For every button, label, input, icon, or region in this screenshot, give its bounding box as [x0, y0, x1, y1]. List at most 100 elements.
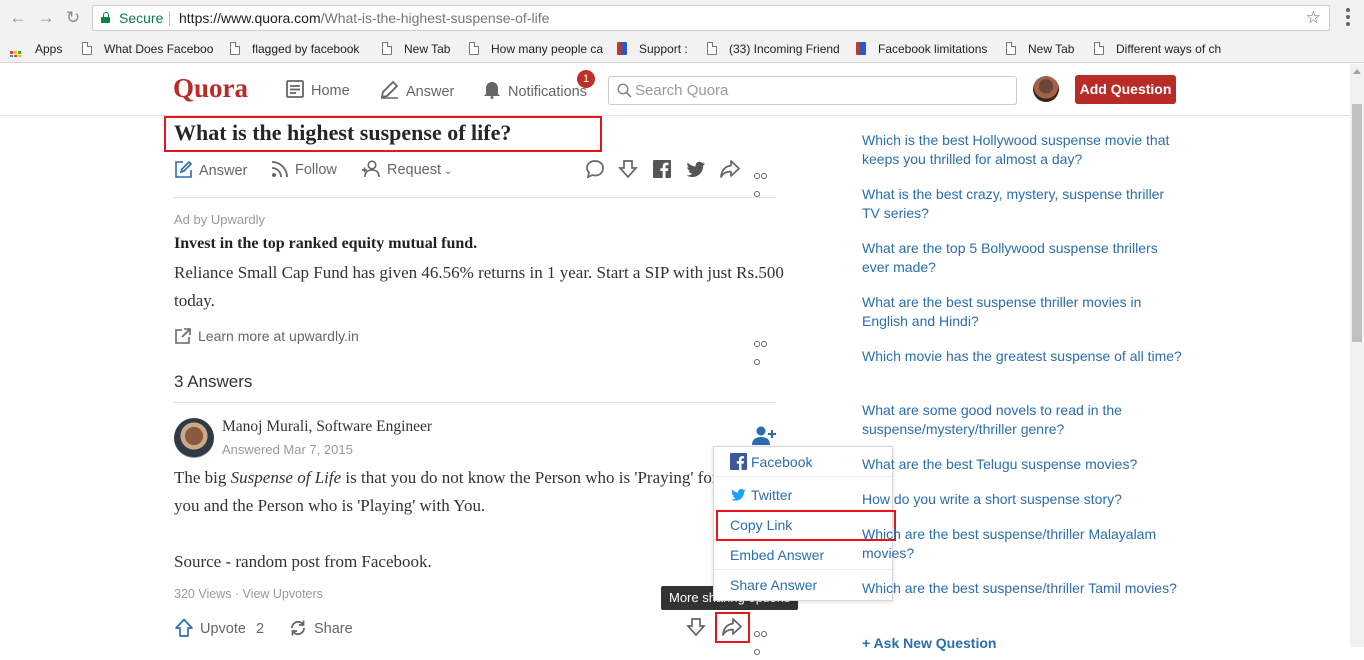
bookmark-star-icon[interactable]: ☆ — [1306, 6, 1321, 30]
answer-line: Source - random post from Facebook. — [174, 552, 432, 571]
bookmark-label: Support : — [639, 42, 688, 56]
facebook-icon — [730, 453, 747, 470]
answer-more-options-icon[interactable] — [754, 624, 774, 655]
add-question-button[interactable]: Add Question — [1075, 75, 1176, 104]
forward-arrow-icon[interactable]: → — [35, 7, 57, 29]
browser-menu-icon[interactable] — [1340, 8, 1356, 28]
chevron-down-icon: ⌄ — [444, 166, 453, 177]
comment-icon[interactable] — [584, 158, 606, 180]
share-arrow-icon[interactable] — [719, 158, 741, 180]
related-question-link[interactable]: What are some good novels to read in the… — [862, 401, 1182, 439]
request-person-icon — [362, 160, 380, 178]
divider — [174, 402, 776, 403]
answer-author[interactable]: Manoj Murali, Software Engineer — [222, 418, 432, 436]
bookmark-item[interactable]: Different ways of ch — [1094, 41, 1228, 57]
nav-notifications-label: Notifications — [508, 84, 587, 100]
ad-more-options-icon[interactable] — [754, 334, 774, 365]
follow-button[interactable]: Follow — [271, 160, 337, 180]
view-count[interactable]: 320 Views · View Upvoters — [174, 587, 323, 601]
related-question-link[interactable]: Which is the best Hollywood suspense mov… — [862, 131, 1182, 169]
downvote-icon[interactable] — [685, 616, 707, 638]
bookmark-item[interactable]: New Tab — [382, 41, 454, 57]
downvote-icon[interactable] — [617, 158, 639, 180]
scroll-up-arrow-icon[interactable] — [1353, 69, 1361, 74]
pencil-square-icon — [175, 160, 193, 178]
url-host: https://www.quora.com — [179, 10, 321, 26]
twitter-icon[interactable] — [685, 158, 707, 180]
bookmark-apps[interactable]: Apps — [10, 41, 70, 57]
reshare-icon — [291, 620, 305, 636]
avatar[interactable] — [1033, 76, 1059, 102]
ad-text: Reliance Small Cap Fund has given 46.56%… — [174, 263, 784, 310]
answers-count: 3 Answers — [174, 372, 253, 391]
search-input[interactable]: Search Quora — [608, 76, 1017, 105]
home-feed-icon — [286, 80, 304, 98]
bookmark-item[interactable]: flagged by facebook — [230, 41, 364, 57]
follow-user-icon[interactable] — [751, 425, 777, 447]
nav-home-label: Home — [311, 83, 350, 99]
upvote-button[interactable]: Upvote 2 — [174, 618, 264, 638]
ad-label: Ad by Upwardly — [174, 212, 266, 227]
reshare-button[interactable]: Share — [288, 618, 353, 638]
related-question-link[interactable]: Which movie has the greatest suspense of… — [862, 347, 1182, 366]
search-icon — [617, 83, 632, 98]
page-icon — [1006, 42, 1016, 55]
twitter-icon — [731, 488, 746, 501]
nav-answer[interactable]: Answer — [380, 80, 454, 100]
secure-label: Secure — [119, 10, 164, 26]
external-link-icon — [175, 328, 191, 344]
bookmark-item[interactable]: How many people ca — [469, 41, 603, 57]
notification-badge: 1 — [577, 70, 595, 88]
bookmark-item[interactable]: Support : — [617, 41, 693, 57]
ad-title[interactable]: Invest in the top ranked equity mutual f… — [174, 235, 477, 253]
bookmark-label: Different ways of ch — [1116, 42, 1222, 56]
back-arrow-icon[interactable]: ← — [7, 7, 29, 29]
answer-date[interactable]: Answered Mar 7, 2015 — [222, 442, 353, 457]
address-bar[interactable]: Secure https://www.quora.com/What-is-the… — [92, 5, 1330, 31]
bookmark-label: New Tab — [404, 42, 451, 56]
answer-emphasis: Suspense of Life — [230, 468, 342, 487]
upvote-count: 2 — [255, 621, 265, 637]
dw-icon — [617, 42, 627, 55]
page-icon — [469, 42, 479, 55]
related-question-link[interactable]: What are the top 5 Bollywood suspense th… — [862, 239, 1182, 277]
bell-icon — [484, 82, 500, 99]
nav-home[interactable]: Home — [286, 80, 350, 100]
facebook-icon[interactable] — [651, 158, 673, 180]
related-question-link[interactable]: What are the best suspense thriller movi… — [862, 293, 1182, 331]
bookmark-item[interactable]: (33) Incoming Friend — [707, 41, 841, 57]
bookmark-item[interactable]: Facebook limitations — [856, 41, 992, 57]
page-icon — [707, 42, 717, 55]
avatar[interactable] — [174, 418, 214, 458]
page-scrollbar[interactable] — [1350, 64, 1364, 647]
related-question-link[interactable]: What are the best Telugu suspense movies… — [862, 455, 1182, 474]
bookmark-item[interactable]: What Does Faceboo — [82, 41, 214, 57]
url-path: /What-is-the-highest-suspense-of-life — [320, 10, 550, 26]
search-placeholder: Search Quora — [635, 82, 729, 99]
more-options-icon[interactable] — [754, 166, 774, 197]
scrollbar-thumb[interactable] — [1352, 104, 1362, 342]
request-button[interactable]: Request ⌄ — [361, 160, 452, 180]
related-question-link[interactable]: How do you write a short suspense story? — [862, 490, 1182, 509]
related-question-link[interactable]: What is the best crazy, mystery, suspens… — [862, 185, 1182, 223]
quora-logo[interactable]: Quora — [173, 73, 248, 104]
pencil-icon — [380, 80, 399, 99]
nav-notifications[interactable]: Notifications — [483, 80, 587, 100]
ad-link[interactable]: Learn more at upwardly.in — [174, 327, 359, 345]
address-divider — [169, 11, 170, 26]
related-question-link[interactable]: Which are the best suspense/thriller Tam… — [862, 579, 1182, 598]
answer-button[interactable]: Answer — [174, 160, 247, 180]
url-text[interactable]: https://www.quora.com/What-is-the-highes… — [179, 6, 549, 30]
answer-text: is that you do not know the Person who i… — [341, 468, 714, 487]
answer-label: Answer — [199, 163, 248, 179]
bookmark-label: New Tab — [1028, 42, 1075, 56]
apps-grid-icon — [10, 51, 21, 57]
bookmark-item[interactable]: New Tab — [1006, 41, 1080, 57]
page-icon — [82, 42, 92, 55]
bookmark-label: Facebook limitations — [878, 42, 988, 56]
ask-new-question-link[interactable]: + Ask New Question — [862, 635, 996, 651]
page-icon — [382, 42, 392, 55]
reload-icon[interactable]: ↻ — [62, 7, 84, 29]
related-question-link[interactable]: Which are the best suspense/thriller Mal… — [862, 525, 1182, 563]
upvote-label: Upvote — [200, 621, 246, 637]
